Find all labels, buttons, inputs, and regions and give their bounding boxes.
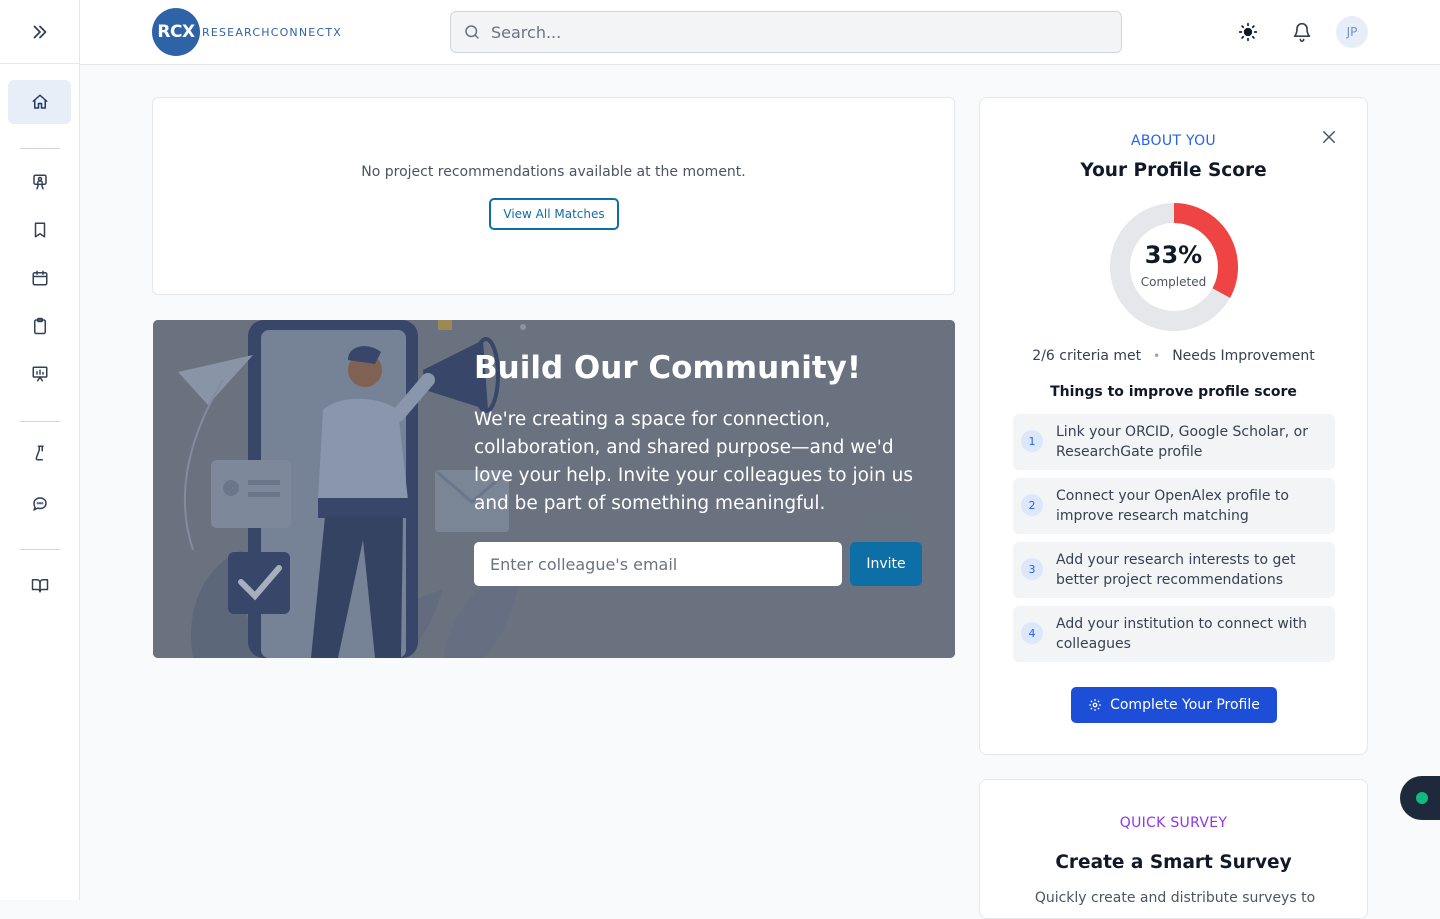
sidebar-item-lab[interactable] bbox=[8, 431, 71, 475]
search-input[interactable] bbox=[491, 22, 1091, 42]
profile-score-card: ABOUT YOU Your Profile Score 33% Complet… bbox=[979, 97, 1368, 755]
improvement-tip[interactable]: 1 Link your ORCID, Google Scholar, or Re… bbox=[1013, 414, 1335, 470]
presentation-user-icon bbox=[32, 174, 47, 190]
app-logo[interactable]: RCX RESEARCHCONNECTX bbox=[152, 8, 342, 56]
sidebar-divider bbox=[20, 549, 60, 550]
chart-board-icon bbox=[32, 366, 47, 382]
online-status-dot bbox=[1416, 792, 1428, 804]
chevrons-right-icon bbox=[33, 25, 46, 38]
criteria-count: 2/6 criteria met bbox=[1032, 348, 1142, 364]
improvement-tip[interactable]: 3 Add your research interests to get bet… bbox=[1013, 542, 1335, 598]
improvement-tip[interactable]: 4 Add your institution to connect with c… bbox=[1013, 606, 1335, 662]
bookmark-icon bbox=[34, 222, 45, 238]
sidebar-toggle-button[interactable] bbox=[0, 0, 79, 64]
book-open-icon bbox=[31, 579, 48, 593]
profile-status: Needs Improvement bbox=[1172, 348, 1315, 364]
search-bar[interactable] bbox=[450, 11, 1122, 53]
community-banner: Build Our Community! We're creating a sp… bbox=[153, 320, 955, 658]
sidebar-item-analytics[interactable] bbox=[8, 352, 71, 396]
view-all-matches-button[interactable]: View All Matches bbox=[489, 198, 619, 230]
improvement-tip[interactable]: 2 Connect your OpenAlex profile to impro… bbox=[1013, 478, 1335, 534]
project-recommendations-card: No project recommendations available at … bbox=[152, 97, 955, 295]
logo-wordmark: RESEARCHCONNECTX bbox=[202, 25, 342, 39]
tip-text: Add your research interests to get bette… bbox=[1056, 552, 1296, 588]
criteria-summary: 2/6 criteria met • Needs Improvement bbox=[980, 348, 1367, 364]
tip-text: Add your institution to connect with col… bbox=[1056, 616, 1308, 652]
tip-text: Link your ORCID, Google Scholar, or Rese… bbox=[1056, 424, 1308, 460]
complete-profile-label: Complete Your Profile bbox=[1110, 697, 1260, 713]
sidebar-item-bookmarks[interactable] bbox=[8, 208, 71, 252]
top-header: RCX RESEARCHCONNECTX JP bbox=[80, 0, 1440, 65]
sidebar-item-home[interactable] bbox=[8, 80, 71, 124]
clipboard-icon bbox=[33, 317, 46, 335]
flask-icon bbox=[35, 445, 44, 461]
tip-number: 4 bbox=[1021, 622, 1043, 644]
empty-state-text: No project recommendations available at … bbox=[361, 164, 746, 180]
calendar-icon bbox=[32, 270, 47, 286]
tip-text: Connect your OpenAlex profile to improve… bbox=[1056, 488, 1289, 524]
sidebar-item-messages[interactable] bbox=[8, 482, 71, 526]
gear-icon bbox=[1089, 699, 1101, 711]
separator-dot: • bbox=[1153, 349, 1161, 363]
bell-icon bbox=[1293, 22, 1311, 42]
profile-score-title: Your Profile Score bbox=[1080, 160, 1267, 181]
floating-status-widget[interactable] bbox=[1400, 776, 1440, 820]
improve-title: Things to improve profile score bbox=[1050, 384, 1297, 400]
theme-toggle-button[interactable] bbox=[1236, 20, 1260, 44]
sidebar bbox=[0, 0, 80, 900]
colleague-email-input[interactable] bbox=[474, 542, 842, 586]
sun-icon bbox=[1238, 22, 1258, 42]
user-avatar[interactable]: JP bbox=[1336, 16, 1368, 48]
community-description: We're creating a space for connection, c… bbox=[474, 409, 914, 514]
sidebar-divider bbox=[20, 148, 60, 149]
sidebar-item-presentations[interactable] bbox=[8, 160, 71, 204]
tip-number: 3 bbox=[1021, 558, 1043, 580]
profile-eyebrow: ABOUT YOU bbox=[1131, 133, 1216, 149]
home-icon bbox=[32, 94, 47, 109]
tip-number: 1 bbox=[1021, 430, 1043, 452]
complete-profile-button[interactable]: Complete Your Profile bbox=[1071, 687, 1277, 723]
chat-icon bbox=[32, 497, 47, 511]
profile-score-label: Completed bbox=[1140, 275, 1207, 289]
survey-title: Create a Smart Survey bbox=[1055, 852, 1292, 873]
community-title: Build Our Community! bbox=[474, 350, 862, 386]
close-icon[interactable] bbox=[1320, 128, 1338, 146]
sidebar-item-docs[interactable] bbox=[8, 563, 71, 607]
sidebar-divider bbox=[20, 421, 60, 422]
sidebar-item-tasks[interactable] bbox=[8, 304, 71, 348]
profile-score-percent: 33% bbox=[1144, 241, 1203, 269]
quick-survey-card: QUICK SURVEY Create a Smart Survey Quick… bbox=[979, 779, 1368, 919]
invite-button[interactable]: Invite bbox=[850, 542, 922, 586]
search-icon bbox=[465, 25, 479, 39]
survey-description: Quickly create and distribute surveys to bbox=[1034, 890, 1316, 906]
survey-eyebrow: QUICK SURVEY bbox=[1119, 815, 1228, 831]
tip-number: 2 bbox=[1021, 494, 1043, 516]
sidebar-item-calendar[interactable] bbox=[8, 256, 71, 300]
logo-mark: RCX bbox=[152, 8, 200, 56]
notifications-button[interactable] bbox=[1290, 20, 1314, 44]
